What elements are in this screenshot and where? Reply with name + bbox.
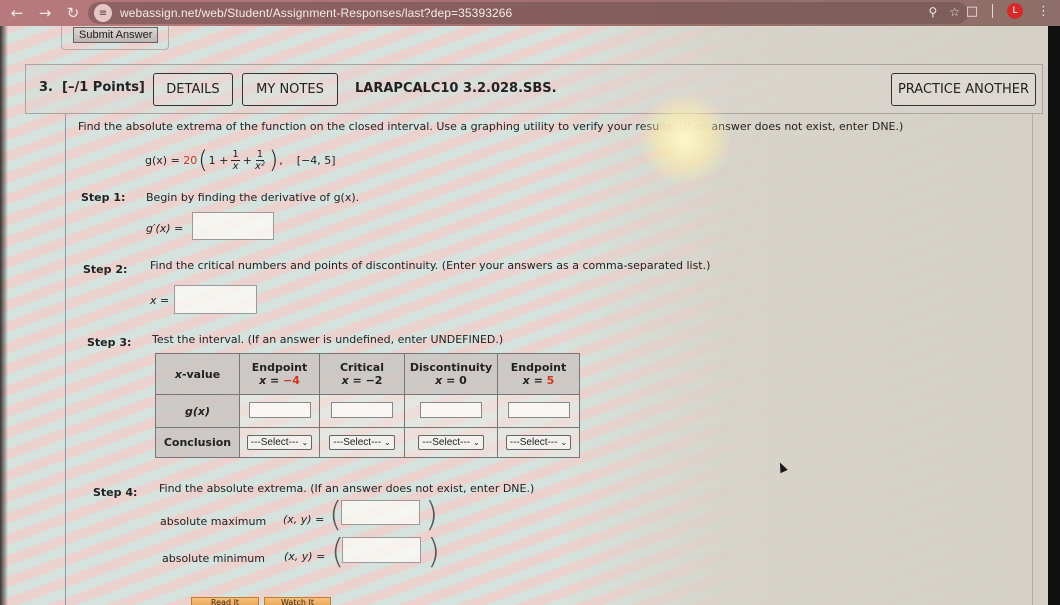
conclusion-cell: ---Select--- ⌄	[239, 427, 320, 458]
column-header: Endpoint x = −4	[239, 353, 320, 395]
toolbar-divider	[992, 4, 993, 18]
watch-it-button[interactable]: Watch It	[264, 597, 331, 605]
read-it-button[interactable]: Read It	[191, 597, 259, 605]
bookmark-star-icon[interactable]: ☆	[949, 5, 960, 19]
extensions-icon[interactable]: □	[966, 4, 978, 19]
browser-toolbar: ← → ↻ ≡ webassign.net/web/Student/Assign…	[0, 0, 1060, 26]
address-bar[interactable]: ≡ webassign.net/web/Student/Assignment-R…	[88, 2, 968, 24]
chevron-down-icon: ⌄	[384, 438, 391, 447]
chevron-down-icon: ⌄	[473, 438, 480, 447]
g-value-input[interactable]	[248, 401, 311, 418]
screen-glare	[640, 94, 730, 184]
page-content: Submit Answer 3. [–/1 Points] DETAILS MY…	[0, 26, 1048, 605]
reload-icon[interactable]: ↻	[62, 2, 84, 24]
absolute-minimum-label: absolute minimum	[162, 552, 265, 565]
g-value-input[interactable]	[507, 401, 570, 418]
g-row-header: g(x)	[155, 394, 240, 428]
step-3-text: Test the interval. (If an answer is unde…	[152, 333, 504, 346]
g-value-input[interactable]	[420, 401, 482, 418]
g-cell	[239, 394, 320, 428]
site-info-icon[interactable]: ≡	[94, 4, 112, 22]
function-expression: g(x) = 20 ( 1 + 1x + 1 x² ), [−4, 5]	[145, 146, 336, 174]
max-xy-label: (x, y) =	[283, 513, 325, 526]
question-header: 3. [–/1 Points] DETAILS MY NOTES LARAPCA…	[25, 64, 1043, 114]
screen-bezel-left	[0, 26, 8, 605]
x-value-header: x-value	[155, 353, 240, 395]
absolute-minimum-input[interactable]	[342, 537, 421, 563]
menu-kebab-icon[interactable]: ⋮	[1037, 4, 1050, 19]
column-header: Critical x = −2	[319, 353, 405, 395]
absolute-maximum-label: absolute maximum	[160, 515, 267, 528]
table-row: Conclusion ---Select--- ⌄ ---Select--- ⌄ -…	[155, 427, 580, 458]
step-2-label: Step 2:	[83, 263, 128, 276]
my-notes-button[interactable]: MY NOTES	[242, 73, 338, 106]
chevron-down-icon: ⌄	[560, 438, 568, 447]
practice-another-button[interactable]: PRACTICE ANOTHER	[891, 73, 1036, 106]
critical-x-label: x =	[150, 294, 170, 307]
forward-icon[interactable]: →	[34, 2, 56, 24]
content-left-border	[65, 114, 66, 605]
question-number: 3. [–/1 Points]	[39, 80, 145, 95]
critical-numbers-input[interactable]	[174, 285, 257, 314]
conclusion-cell: ---Select--- ⌄	[319, 427, 405, 458]
g-value-input[interactable]	[331, 401, 393, 418]
close-paren: )	[425, 495, 439, 535]
interval: [−4, 5]	[296, 153, 336, 167]
profile-avatar[interactable]: L	[1007, 3, 1023, 19]
conclusion-row-header: Conclusion	[155, 427, 240, 458]
step-1-label: Step 1:	[81, 191, 126, 204]
table-row: g(x)	[155, 394, 580, 428]
min-xy-label: (x, y) =	[284, 550, 326, 563]
problem-id: LARAPCALC10 3.2.028.SBS.	[355, 81, 557, 96]
step-4-text: Find the absolute extrema. (If an answer…	[159, 482, 535, 495]
conclusion-cell: ---Select--- ⌄	[497, 427, 580, 458]
close-paren: )	[427, 532, 441, 572]
step-1-text: Begin by finding the derivative of g(x).	[146, 191, 360, 204]
conclusion-select[interactable]: ---Select--- ⌄	[418, 435, 484, 450]
chevron-down-icon: ⌄	[301, 438, 309, 447]
column-header: Endpoint x = 5	[497, 353, 580, 395]
details-button[interactable]: DETAILS	[153, 73, 233, 106]
submit-answer-button[interactable]: Submit Answer	[73, 27, 159, 43]
conclusion-select[interactable]: ---Select--- ⌄	[329, 435, 395, 450]
table-header-row: x-value Endpoint x = −4 Critical x = −2 Di…	[155, 353, 580, 395]
question-prompt: Find the absolute extrema of the functio…	[78, 120, 904, 133]
back-icon[interactable]: ←	[6, 2, 28, 24]
step-2-text: Find the critical numbers and points of …	[150, 259, 711, 272]
g-cell	[404, 394, 498, 428]
derivative-input[interactable]	[192, 212, 274, 240]
column-header: Discontinuity x = 0	[404, 353, 498, 395]
zoom-icon[interactable]: ⚲	[928, 5, 937, 19]
conclusion-cell: ---Select--- ⌄	[404, 427, 498, 458]
conclusion-select[interactable]: ---Select--- ⌄	[246, 435, 313, 450]
derivative-label: g′(x) =	[146, 222, 184, 235]
g-cell	[319, 394, 405, 428]
absolute-maximum-input[interactable]	[341, 500, 420, 525]
interval-test-table: x-value Endpoint x = −4 Critical x = −2 Di…	[155, 353, 580, 458]
step-3-label: Step 3:	[87, 336, 132, 349]
url-text[interactable]: webassign.net/web/Student/Assignment-Res…	[120, 6, 512, 20]
g-cell	[497, 394, 580, 428]
screen-bezel-right	[1048, 26, 1060, 605]
conclusion-select[interactable]: ---Select--- ⌄	[505, 435, 572, 450]
content-right-border	[1032, 114, 1033, 605]
step-4-label: Step 4:	[93, 486, 138, 499]
